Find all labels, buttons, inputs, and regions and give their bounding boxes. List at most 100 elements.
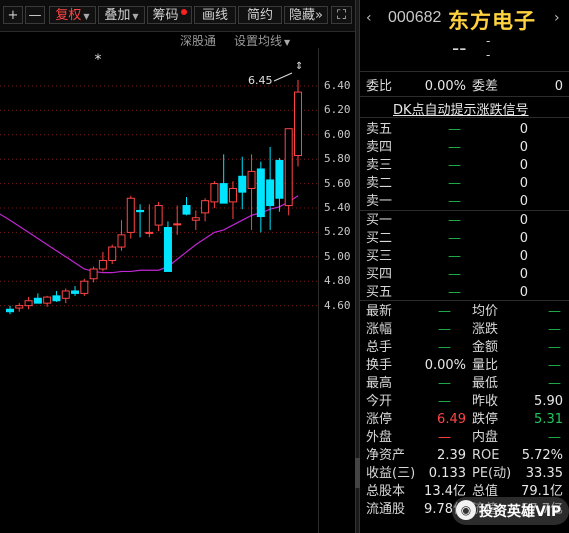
candle[interactable] — [284, 128, 293, 216]
candle[interactable] — [228, 181, 237, 219]
divider — [360, 117, 569, 118]
candlestick-chart[interactable]: * 6.45 ⇕ — [0, 0, 355, 533]
bid-row[interactable]: 买四 — 0 — [360, 266, 569, 284]
next-stock-icon[interactable]: › — [554, 10, 560, 26]
candle[interactable] — [61, 288, 70, 304]
bid-row[interactable]: 买二 — 0 — [360, 230, 569, 248]
bid-label: 买二 — [366, 231, 393, 246]
candle[interactable] — [191, 210, 200, 230]
candle[interactable] — [24, 297, 33, 310]
ask-price: — — [448, 140, 461, 155]
candle[interactable] — [275, 157, 284, 212]
event-star-marker: * — [95, 52, 102, 68]
candle-body — [24, 300, 33, 307]
candle[interactable] — [182, 197, 191, 216]
candle[interactable] — [247, 154, 256, 230]
candle[interactable] — [71, 286, 80, 296]
bid-price: — — [448, 267, 461, 282]
bid-price: — — [448, 249, 461, 264]
candle-body — [43, 296, 52, 304]
stat-label: 总手 — [366, 340, 393, 355]
candle[interactable] — [173, 205, 182, 235]
y-tick-label: 5.20 — [324, 225, 351, 239]
candle[interactable] — [33, 293, 42, 304]
candle-body — [33, 297, 42, 304]
bid-price: — — [448, 213, 461, 228]
stat-row: 涨停 6.49 跌停 5.31 — [360, 411, 569, 429]
ask-row[interactable]: 卖四 — 0 — [360, 139, 569, 157]
stat-value: — — [438, 304, 451, 319]
candle[interactable] — [219, 154, 228, 204]
high-price-label: 6.45 — [248, 74, 273, 87]
candle[interactable] — [80, 278, 89, 296]
divider — [360, 71, 569, 72]
candle[interactable] — [163, 221, 172, 272]
y-tick-label: 5.00 — [324, 249, 351, 263]
candle[interactable] — [52, 290, 61, 302]
ask-label: 卖二 — [366, 176, 393, 191]
candle-body — [191, 217, 200, 221]
candle[interactable] — [108, 244, 117, 265]
dk-signal-link[interactable]: DK点自动提示涨跌信号 — [393, 99, 529, 118]
stat-value: 2.39 — [437, 448, 466, 463]
candle-body — [145, 231, 154, 234]
ask-volume: 0 — [519, 176, 528, 191]
candle-body — [266, 179, 275, 207]
stat-value: — — [548, 304, 561, 319]
candle[interactable] — [154, 201, 163, 232]
candle-body — [108, 246, 117, 261]
bid-row[interactable]: 买三 — 0 — [360, 248, 569, 266]
candle[interactable] — [256, 161, 265, 233]
candle-body — [201, 200, 210, 214]
stat-row: 今开 — 昨收 5.90 — [360, 393, 569, 411]
stat-value: 0.133 — [428, 466, 466, 481]
y-tick-label: 5.40 — [324, 201, 351, 214]
stat-label: 总股本 — [366, 484, 406, 499]
candle[interactable] — [201, 198, 210, 222]
candle[interactable] — [210, 181, 219, 208]
stat-value: — — [438, 322, 451, 337]
candle[interactable] — [126, 195, 135, 239]
stat-label: 金额 — [472, 340, 499, 355]
stat-row: 收益(三) 0.133 PE(动) 33.35 — [360, 465, 569, 483]
weibi-row: 委比 0.00% 委差 0 — [360, 78, 569, 96]
stock-code: 000682 — [388, 9, 442, 26]
candle[interactable] — [294, 79, 302, 167]
ask-price: — — [448, 158, 461, 173]
candle[interactable] — [6, 305, 14, 315]
stat-value: — — [438, 376, 451, 391]
bid-volume: 0 — [519, 213, 528, 228]
watermark-text: 投资英雄VIP — [479, 504, 562, 520]
bid-label: 买三 — [366, 249, 393, 264]
candle[interactable] — [89, 266, 98, 283]
candle[interactable] — [98, 251, 107, 272]
ask-price: — — [448, 176, 461, 191]
candle-body — [15, 305, 24, 309]
candle-body — [98, 259, 107, 270]
candle-body — [163, 227, 172, 272]
ask-row[interactable]: 卖三 — 0 — [360, 157, 569, 175]
candle[interactable] — [117, 220, 126, 251]
candle[interactable] — [136, 204, 145, 238]
prev-stock-icon[interactable]: ‹ — [366, 10, 372, 26]
candle[interactable] — [238, 156, 247, 210]
candle[interactable] — [145, 204, 154, 238]
change-amount: - — [486, 34, 491, 48]
ask-row[interactable]: 卖五 — 0 — [360, 121, 569, 139]
change-percent: - — [486, 48, 491, 62]
ask-row[interactable]: 卖二 — 0 — [360, 175, 569, 193]
ask-label: 卖五 — [366, 122, 393, 137]
stat-value: 5.31 — [534, 412, 563, 427]
ask-label: 卖四 — [366, 140, 393, 155]
stat-value: — — [548, 358, 561, 373]
ask-row[interactable]: 卖一 — 0 — [360, 193, 569, 211]
candle[interactable] — [15, 303, 24, 312]
bid-row[interactable]: 买一 — 0 — [360, 212, 569, 230]
candles-layer — [6, 79, 302, 315]
stat-label: 外盘 — [366, 430, 393, 445]
stat-value: 0.00% — [424, 358, 466, 373]
ask-label: 卖三 — [366, 158, 393, 173]
stat-row: 净资产 2.39 ROE 5.72% — [360, 447, 569, 465]
candle-body — [126, 197, 135, 233]
wechat-icon: ◉ — [456, 500, 476, 520]
